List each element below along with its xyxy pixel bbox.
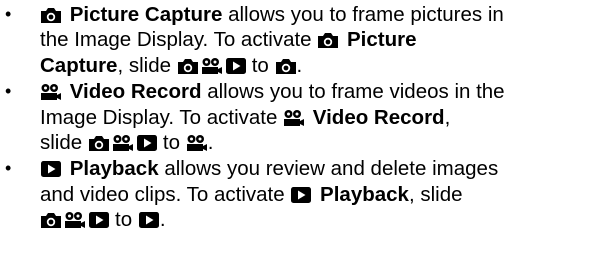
camera-icon [40,6,62,24]
bullet: • [5,158,12,179]
video-camera-icon [40,83,62,101]
to-text: to [115,208,133,232]
to-text: to [251,53,269,77]
video-camera-icon [112,134,134,152]
description-text: , slide [117,53,172,77]
mode-description-list: • Picture Capture allows you to frame pi… [0,0,593,233]
play-icon [138,211,160,229]
mode-name: Playback [320,182,409,206]
list-item-picture-capture: • Picture Capture allows you to frame pi… [0,2,593,78]
mode-name: Playback [69,157,159,181]
camera-icon [40,211,62,229]
description-text: allows you to frame videos in the [207,80,505,104]
description-text: the Image Display. To activate [40,28,312,52]
camera-icon [177,57,199,75]
play-icon [290,186,312,204]
description-text: Image Display. To activate [40,105,278,129]
description-text: , slide [408,182,463,206]
mode-name: Video Record [69,80,202,104]
video-camera-icon [283,109,305,127]
list-item-video-record: • Video Record allows you to frame video… [0,79,593,155]
end-text: . [207,131,214,155]
description-text: and video clips. To activate [40,182,285,206]
camera-icon [275,57,297,75]
play-icon [136,134,158,152]
description-text: allows you review and delete images [164,157,499,181]
bullet: • [5,4,12,24]
slide-text: slide [40,131,83,155]
end-text: . [159,208,166,232]
bullet: • [5,81,12,102]
video-camera-icon [201,57,223,75]
mode-name-part: Picture [346,28,417,52]
mode-name: Video Record [312,105,445,129]
play-icon [88,211,110,229]
mode-name: Picture Capture [69,3,223,26]
camera-icon [317,31,339,49]
mode-name-part: Capture [40,53,118,77]
to-text: to [162,131,180,155]
play-icon [225,57,247,75]
video-camera-icon [186,134,208,152]
camera-icon [88,134,110,152]
end-text: . [296,53,303,77]
video-camera-icon [64,211,86,229]
list-item-playback: • Playback allows you review and delete … [0,156,593,232]
play-icon [40,160,62,178]
description-text: allows you to frame pictures in [228,3,504,26]
description-text: , [444,105,451,129]
